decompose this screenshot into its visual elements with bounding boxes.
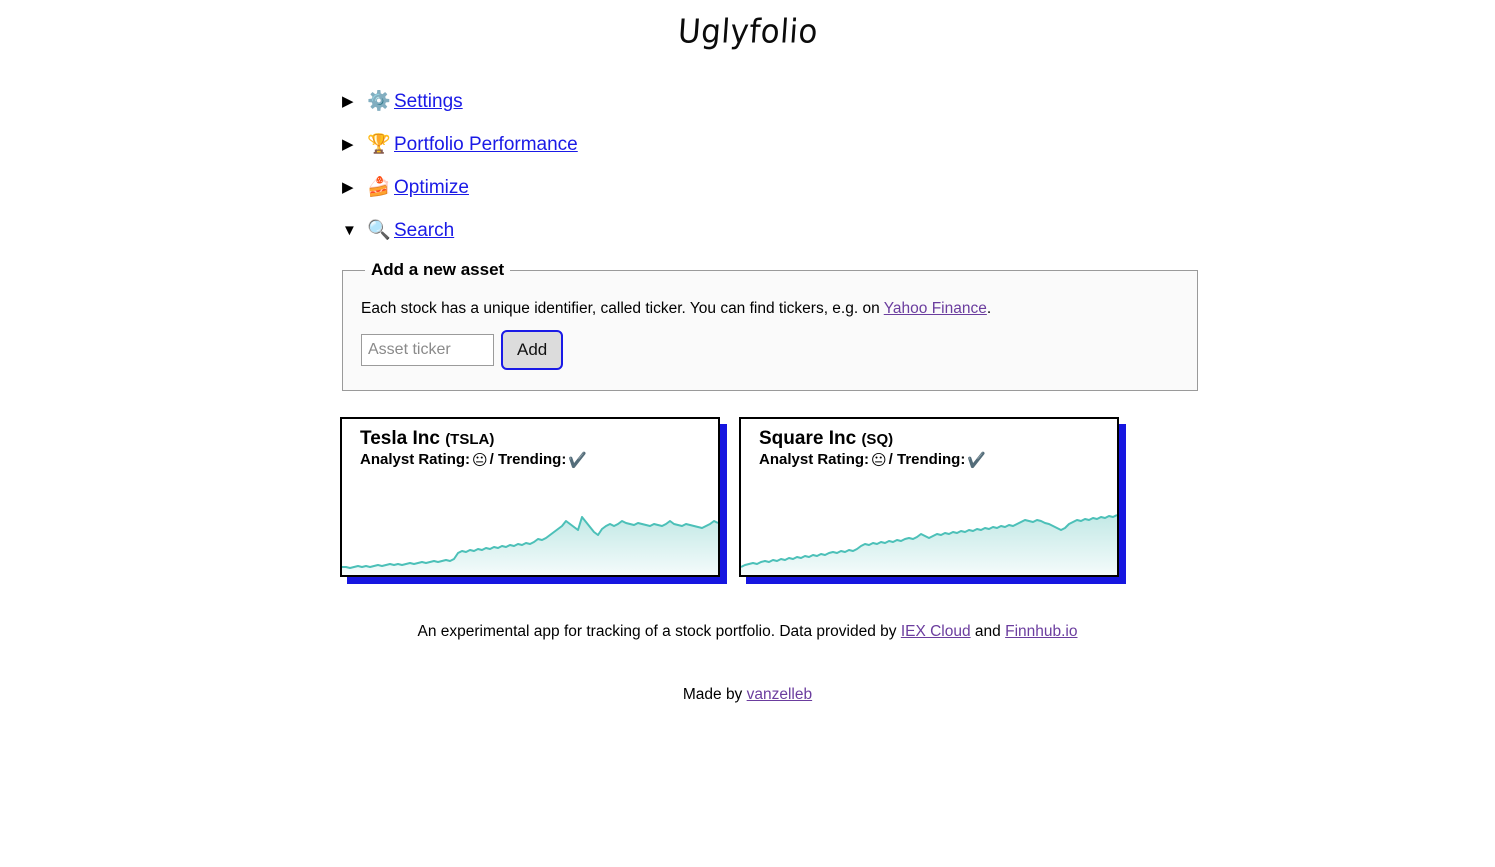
neutral-face-icon: 😐 bbox=[472, 450, 488, 469]
analyst-rating-label: Analyst Rating: bbox=[759, 450, 870, 468]
sparkline-chart-square bbox=[741, 514, 1117, 575]
sidebar-item-optimize[interactable]: ▶ 🍰 Optimize bbox=[342, 166, 1210, 209]
asset-ticker-input[interactable] bbox=[361, 334, 494, 366]
magnifier-icon: 🔍 bbox=[367, 219, 391, 241]
asset-card-tesla[interactable]: Tesla Inc (TSLA) Analyst Rating: 😐 / Tre… bbox=[340, 417, 727, 584]
main-content: ▶ ⚙️ Settings ▶ 🏆 Portfolio Performance … bbox=[340, 80, 1210, 584]
asset-card-list: Tesla Inc (TSLA) Analyst Rating: 😐 / Tre… bbox=[340, 417, 1210, 584]
add-asset-legend: Add a new asset bbox=[371, 260, 505, 279]
app-logo[interactable]: Uglyfolio bbox=[676, 13, 819, 51]
footer-text-mid: and bbox=[970, 623, 1006, 640]
disclosure-triangle-collapsed-icon[interactable]: ▶ bbox=[342, 94, 364, 109]
sidebar-item-label[interactable]: Optimize bbox=[394, 177, 469, 199]
sparkline-area bbox=[741, 515, 1117, 575]
add-asset-panel: Add a new asset Each stock has a unique … bbox=[342, 260, 1198, 391]
add-asset-form: Add bbox=[361, 330, 1179, 370]
trending-label: / Trending: bbox=[489, 450, 567, 468]
asset-rating-row: Analyst Rating: 😐 / Trending: ✔️ bbox=[759, 451, 1117, 469]
yahoo-finance-link[interactable]: Yahoo Finance bbox=[884, 300, 987, 317]
footer-text-before: An experimental app for tracking of a st… bbox=[417, 623, 901, 640]
sidebar-item-settings[interactable]: ▶ ⚙️ Settings bbox=[342, 80, 1210, 123]
disclosure-triangle-expanded-icon[interactable]: ▼ bbox=[342, 223, 364, 238]
asset-ticker-symbol: (TSLA) bbox=[445, 431, 495, 448]
sidebar-item-label[interactable]: Portfolio Performance bbox=[394, 134, 578, 156]
cake-slice-icon: 🍰 bbox=[367, 176, 391, 198]
add-asset-button[interactable]: Add bbox=[501, 330, 564, 370]
app-header: Uglyfolio bbox=[0, 0, 1495, 51]
ticker-hint-after: . bbox=[986, 300, 992, 317]
trending-label: / Trending: bbox=[888, 450, 966, 468]
asset-name: Tesla Inc (TSLA) bbox=[360, 428, 718, 450]
footer-credit: Made by vanzelleb bbox=[0, 686, 1495, 704]
card-body[interactable]: Tesla Inc (TSLA) Analyst Rating: 😐 / Tre… bbox=[340, 417, 720, 577]
sidebar-item-portfolio-performance[interactable]: ▶ 🏆 Portfolio Performance bbox=[342, 123, 1210, 166]
sidebar-item-search[interactable]: ▼ 🔍 Search bbox=[342, 209, 1210, 252]
trophy-icon: 🏆 bbox=[367, 133, 391, 155]
card-body[interactable]: Square Inc (SQ) Analyst Rating: 😐 / Tren… bbox=[739, 417, 1119, 577]
asset-rating-row: Analyst Rating: 😐 / Trending: ✔️ bbox=[360, 451, 718, 469]
disclosure-triangle-collapsed-icon[interactable]: ▶ bbox=[342, 137, 364, 152]
gear-icon: ⚙️ bbox=[367, 90, 391, 112]
ticker-hint-before: Each stock has a unique identifier, call… bbox=[361, 300, 884, 317]
analyst-rating-label: Analyst Rating: bbox=[360, 450, 471, 468]
sidebar-item-label[interactable]: Settings bbox=[394, 91, 463, 113]
asset-company-name: Tesla Inc bbox=[360, 428, 440, 449]
ticker-hint-text: Each stock has a unique identifier, call… bbox=[361, 300, 1179, 318]
footer-description: An experimental app for tracking of a st… bbox=[0, 623, 1495, 641]
asset-name: Square Inc (SQ) bbox=[759, 428, 1117, 450]
made-by-prefix: Made by bbox=[682, 686, 747, 703]
asset-company-name: Square Inc bbox=[759, 428, 857, 449]
neutral-face-icon: 😐 bbox=[871, 450, 887, 469]
disclosure-triangle-collapsed-icon[interactable]: ▶ bbox=[342, 180, 364, 195]
finnhub-link[interactable]: Finnhub.io bbox=[1005, 623, 1077, 640]
author-link[interactable]: vanzelleb bbox=[747, 686, 813, 703]
check-mark-icon: ✔️ bbox=[967, 450, 987, 469]
asset-card-square[interactable]: Square Inc (SQ) Analyst Rating: 😐 / Tren… bbox=[739, 417, 1126, 584]
accordion-nav: ▶ ⚙️ Settings ▶ 🏆 Portfolio Performance … bbox=[340, 80, 1210, 252]
iex-cloud-link[interactable]: IEX Cloud bbox=[901, 623, 971, 640]
asset-ticker-symbol: (SQ) bbox=[861, 431, 894, 448]
check-mark-icon: ✔️ bbox=[568, 450, 588, 469]
sparkline-chart-tesla bbox=[342, 516, 718, 575]
sidebar-item-label[interactable]: Search bbox=[394, 220, 454, 242]
